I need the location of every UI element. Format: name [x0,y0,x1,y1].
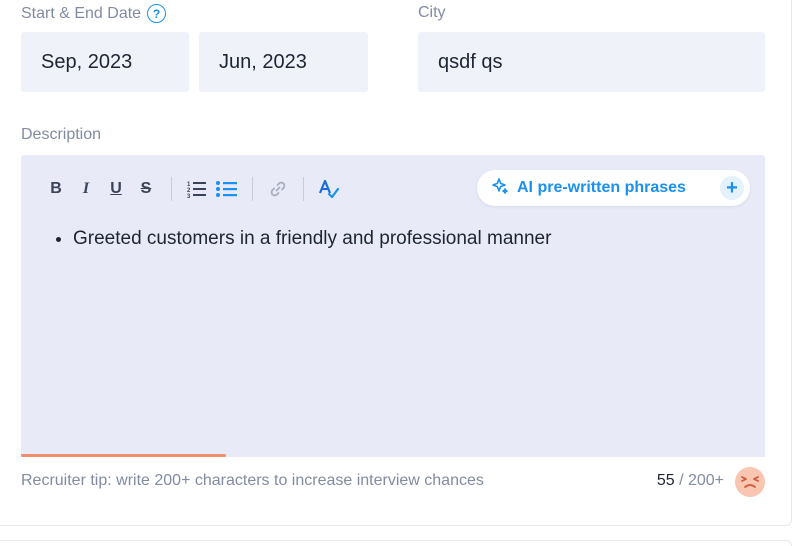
character-count: 55 [656,472,675,489]
dates-label-text: Start & End Date [21,4,142,22]
plus-icon[interactable]: + [720,176,744,200]
city-input[interactable]: qsdf qs [418,32,765,92]
description-editor[interactable]: B I U S 1 2 3 AI pre-written phrases + •… [21,155,765,457]
spellcheck-icon[interactable] [314,177,344,201]
link-icon[interactable] [263,177,293,201]
character-target: / 200+ [674,472,724,489]
city-label: City [418,4,446,21]
ordered-list-icon[interactable]: 1 2 3 [182,177,212,201]
end-date-field[interactable]: Jun, 2023 [199,32,368,92]
sparkle-icon [491,177,509,200]
ai-phrases-label: AI pre-written phrases [517,179,686,196]
start-date-field[interactable]: Sep, 2023 [21,32,189,92]
editor-content[interactable]: Greeted customers in a friendly and prof… [49,226,551,252]
list-item: Greeted customers in a friendly and prof… [73,226,551,252]
strikethrough-button[interactable]: S [131,177,161,201]
recruiter-tip: Recruiter tip: write 200+ characters to … [21,472,484,489]
frowning-face-icon [735,467,765,497]
dates-label: Start & End Date ? [21,4,167,23]
bold-button[interactable]: B [41,177,71,201]
toolbar-divider [252,177,253,201]
bullet-list: Greeted customers in a friendly and prof… [49,226,551,252]
svg-text:3: 3 [187,194,191,198]
next-card [0,540,792,546]
character-counter: 55 / 200+ [657,472,724,490]
editor-toolbar: B I U S 1 2 3 [41,177,344,201]
underline-button[interactable]: U [101,177,131,201]
toolbar-divider [171,177,172,201]
italic-button[interactable]: I [71,177,101,201]
ai-phrases-button[interactable]: AI pre-written phrases + [477,170,750,206]
help-icon[interactable]: ? [147,4,167,23]
toolbar-divider [303,177,304,201]
character-progress-fill [21,454,226,457]
character-progress-bar [21,454,765,457]
description-label: Description [21,126,102,143]
bullet-list-icon[interactable] [212,177,242,201]
